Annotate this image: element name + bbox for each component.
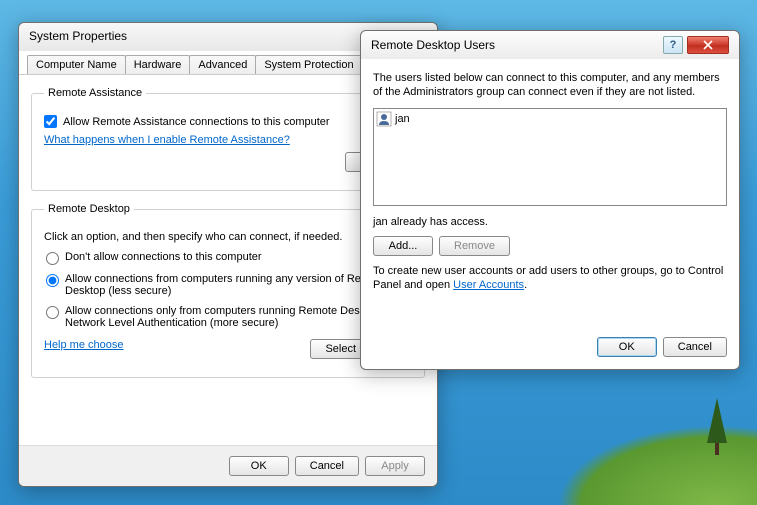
user-name: jan <box>395 113 410 125</box>
tab-system-protection[interactable]: System Protection <box>255 55 362 74</box>
sysprop-button-bar: OK Cancel Apply <box>19 445 437 486</box>
rdu-description: The users listed below can connect to th… <box>373 71 727 100</box>
rd-option-dont-allow[interactable] <box>46 252 59 265</box>
user-list-item[interactable]: jan <box>376 111 724 127</box>
user-accounts-link[interactable]: User Accounts <box>453 279 524 291</box>
rdu-titlebar[interactable]: Remote Desktop Users ? <box>361 31 739 59</box>
rd-option-any-version[interactable] <box>46 274 59 287</box>
rd-option-nla-label: Allow connections only from computers ru… <box>65 305 410 329</box>
user-listbox[interactable]: jan <box>373 108 727 206</box>
remote-desktop-users-dialog: Remote Desktop Users ? The users listed … <box>360 30 740 370</box>
remote-assistance-legend: Remote Assistance <box>44 87 146 99</box>
remote-desktop-legend: Remote Desktop <box>44 203 134 215</box>
sysprop-apply-button[interactable]: Apply <box>365 456 425 476</box>
rdu-status: jan already has access. <box>373 216 727 228</box>
close-button[interactable] <box>687 36 729 54</box>
rdu-cancel-button[interactable]: Cancel <box>663 337 727 357</box>
sysprop-cancel-button[interactable]: Cancel <box>295 456 359 476</box>
rd-option-dont-allow-label: Don't allow connections to this computer <box>65 251 410 263</box>
remote-desktop-intro: Click an option, and then specify who ca… <box>44 231 412 243</box>
user-icon <box>376 111 392 127</box>
close-icon <box>703 40 713 50</box>
remote-assistance-help-link[interactable]: What happens when I enable Remote Assist… <box>44 134 290 146</box>
sysprop-ok-button[interactable]: OK <box>229 456 289 476</box>
tab-computer-name[interactable]: Computer Name <box>27 55 126 74</box>
tab-advanced[interactable]: Advanced <box>189 55 256 74</box>
allow-remote-assistance-checkbox[interactable] <box>44 115 57 128</box>
remove-button[interactable]: Remove <box>439 236 510 256</box>
tab-hardware[interactable]: Hardware <box>125 55 191 74</box>
help-icon[interactable]: ? <box>663 36 683 54</box>
rd-option-any-version-label: Allow connections from computers running… <box>65 273 410 297</box>
add-button[interactable]: Add... <box>373 236 433 256</box>
rdu-title: Remote Desktop Users <box>371 38 495 52</box>
rd-option-nla[interactable] <box>46 306 59 319</box>
create-accounts-text: To create new user accounts or add users… <box>373 264 727 293</box>
sysprop-title: System Properties <box>29 29 127 43</box>
help-me-choose-link[interactable]: Help me choose <box>44 339 124 351</box>
allow-remote-assistance-label: Allow Remote Assistance connections to t… <box>63 116 330 128</box>
rdu-ok-button[interactable]: OK <box>597 337 657 357</box>
